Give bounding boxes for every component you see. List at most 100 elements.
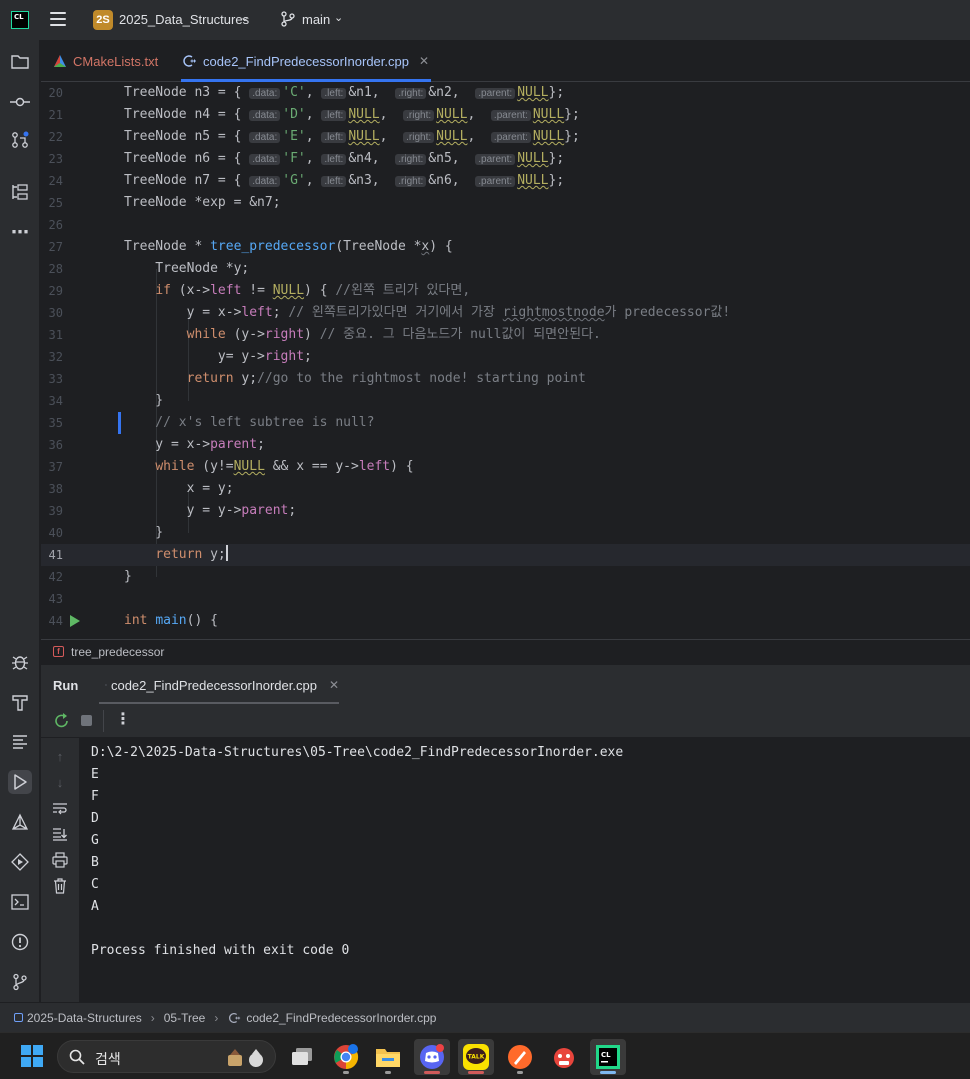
code-line: 26 xyxy=(48,218,63,232)
print-icon[interactable] xyxy=(52,852,68,868)
code-editor[interactable]: 20 TreeNode n3 = { .data: 'C', .left: &n1, … xyxy=(41,82,970,638)
branch-name[interactable]: main xyxy=(302,12,330,27)
cmake-file-icon xyxy=(54,55,66,67)
clion-logo[interactable]: CL xyxy=(11,11,29,29)
trash-icon[interactable] xyxy=(52,878,68,894)
soft-wrap-icon[interactable] xyxy=(52,800,68,816)
text-caret xyxy=(225,545,228,561)
console-line: B xyxy=(91,855,99,870)
git-branch-icon[interactable] xyxy=(281,11,295,27)
more-tools-icon[interactable]: ⋯ xyxy=(8,220,32,244)
structure-icon[interactable] xyxy=(8,180,32,204)
code-line: 40 } xyxy=(48,525,164,540)
console-side-toolbar: ↑ ↓ xyxy=(41,738,79,1002)
svg-text:TALK: TALK xyxy=(468,1054,485,1061)
close-icon[interactable]: ✕ xyxy=(419,54,429,68)
kakaotalk-icon[interactable]: TALK xyxy=(458,1039,494,1075)
scroll-to-end-icon[interactable] xyxy=(52,826,68,842)
run-gutter-icon[interactable] xyxy=(70,615,80,627)
clion-taskbar-icon[interactable]: CL xyxy=(590,1039,626,1075)
code-line: 21 TreeNode n4 = { .data: 'D', .left: NULL,… xyxy=(48,107,580,122)
console-line: G xyxy=(91,833,99,848)
console-output[interactable]: D:\2-2\2025-Data-Structures\05-Tree\code… xyxy=(79,738,970,1002)
taskbar-search[interactable]: 검색 xyxy=(57,1040,276,1073)
breadcrumb-folder[interactable]: 05-Tree xyxy=(164,1011,206,1025)
windows-start-icon[interactable] xyxy=(21,1045,43,1067)
running-indicator xyxy=(468,1071,484,1074)
search-icon xyxy=(69,1049,85,1065)
project-name[interactable]: 2025_Data_Structures xyxy=(119,12,249,27)
running-indicator xyxy=(600,1071,616,1074)
pdf-app-icon[interactable] xyxy=(546,1039,582,1075)
code-line: 31 while (y->right) // 중요. 그 다음노드가 null값… xyxy=(48,327,601,342)
run-tab-label: code2_FindPredecessorInorder.cpp xyxy=(110,677,317,693)
services-icon[interactable] xyxy=(8,850,32,874)
commit-icon[interactable] xyxy=(8,90,32,114)
code-line: 43 xyxy=(48,592,63,606)
breadcrumb-function[interactable]: tree_predecessor xyxy=(71,645,164,659)
close-icon[interactable]: ✕ xyxy=(329,678,339,692)
tab-code2-cpp[interactable]: code2_FindPredecessorInorder.cpp ✕ xyxy=(181,40,431,82)
terminal-icon[interactable] xyxy=(8,890,32,914)
code-line: 37 while (y!=NULL && x == y->left) { xyxy=(48,459,414,474)
title-bar: CL 2S 2025_Data_Structures ⌄ main ⌄ xyxy=(0,0,970,40)
console-line: D:\2-2\2025-Data-Structures\05-Tree\code… xyxy=(91,745,624,760)
main-menu-icon[interactable] xyxy=(50,12,66,26)
editor-tabs: CMakeLists.txt code2_FindPredecessorInor… xyxy=(41,40,970,82)
folder-icon[interactable] xyxy=(8,50,32,74)
chevron-right-icon: › xyxy=(214,1010,219,1025)
breadcrumb-project[interactable]: 2025-Data-Structures xyxy=(27,1011,142,1025)
run-icon[interactable] xyxy=(8,770,32,794)
problems-icon[interactable] xyxy=(8,930,32,954)
code-line: 33 return y;//go to the rightmost node! … xyxy=(48,371,586,386)
breadcrumb-file[interactable]: code2_FindPredecessorInorder.cpp xyxy=(246,1011,436,1025)
editor-breadcrumb: f tree_predecessor xyxy=(41,639,970,663)
build-hammer-icon[interactable] xyxy=(8,690,32,714)
code-line: 34 } xyxy=(48,393,164,408)
arrow-down-icon[interactable]: ↓ xyxy=(52,774,68,790)
status-bar: 2025-Data-Structures › 05-Tree › code2_F… xyxy=(0,1002,970,1032)
cmake-icon[interactable] xyxy=(8,810,32,834)
code-line: 35 // x's left subtree is null? xyxy=(48,415,375,430)
chevron-down-icon[interactable]: ⌄ xyxy=(334,11,343,24)
tab-label: code2_FindPredecessorInorder.cpp xyxy=(203,53,409,69)
run-config-tab[interactable]: code2_FindPredecessorInorder.cpp ✕ xyxy=(99,665,339,705)
rerun-icon[interactable] xyxy=(53,712,71,735)
console-line: Process finished with exit code 0 xyxy=(91,943,350,958)
code-line: 22 TreeNode n5 = { .data: 'E', .left: NULL,… xyxy=(48,129,580,144)
code-line: 28 TreeNode *y; xyxy=(48,261,250,276)
windows-taskbar: 검색 TALK CL xyxy=(0,1032,970,1079)
run-panel-header: Run code2_FindPredecessorInorder.cpp ✕ xyxy=(41,664,970,705)
cpp-file-icon xyxy=(183,55,196,67)
pull-requests-icon[interactable] xyxy=(8,128,32,152)
code-line-current: 41 return y; xyxy=(41,544,970,566)
console-line: A xyxy=(91,899,99,914)
tool-window-bar: ⋯ xyxy=(0,40,40,1002)
code-line: 20 TreeNode n3 = { .data: 'C', .left: &n1, … xyxy=(48,85,565,100)
chevron-down-icon[interactable]: ⌄ xyxy=(240,11,249,24)
tab-cmakelists[interactable]: CMakeLists.txt xyxy=(53,40,158,82)
paint-app-icon[interactable] xyxy=(502,1039,538,1075)
console-line: C xyxy=(91,877,99,892)
code-line: 38 x = y; xyxy=(48,481,234,496)
code-line: 39 y = y->parent; xyxy=(48,503,297,518)
chrome-icon[interactable] xyxy=(328,1039,364,1075)
version-control-icon[interactable] xyxy=(8,970,32,994)
code-line: 32 y= y->right; xyxy=(48,349,312,364)
project-badge[interactable]: 2S xyxy=(93,10,113,30)
messages-icon[interactable] xyxy=(8,730,32,754)
stop-icon[interactable] xyxy=(81,715,92,726)
debug-icon[interactable] xyxy=(8,650,32,674)
task-view-icon[interactable] xyxy=(284,1039,320,1075)
discord-icon[interactable] xyxy=(414,1039,450,1075)
arrow-up-icon[interactable]: ↑ xyxy=(52,748,68,764)
code-line: 36 y = x->parent; xyxy=(48,437,265,452)
code-line: 24 TreeNode n7 = { .data: 'G', .left: &n3, … xyxy=(48,173,565,188)
code-line: 30 y = x->left; // 왼쪽트리가있다면 거기에서 가장 righ… xyxy=(48,305,731,320)
chevron-right-icon: › xyxy=(150,1010,155,1025)
console-line: E xyxy=(91,767,99,782)
cpp-file-icon xyxy=(229,1012,241,1023)
code-line: 42} xyxy=(48,569,132,584)
file-explorer-icon[interactable] xyxy=(370,1039,406,1075)
more-options-icon[interactable]: ⋮ xyxy=(115,710,131,730)
